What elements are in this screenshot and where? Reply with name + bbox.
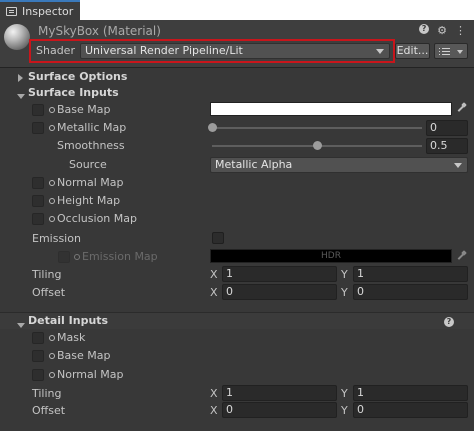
tab-inspector-label: Inspector	[22, 4, 74, 18]
object-picker-icon[interactable]	[49, 107, 55, 113]
object-picker-icon[interactable]	[49, 372, 55, 378]
list-icon	[439, 48, 450, 49]
tiling-y-label: Y	[341, 268, 348, 281]
chevron-down-icon	[376, 49, 384, 54]
chevron-right-icon	[18, 74, 23, 82]
smoothness-label: Smoothness	[57, 139, 125, 152]
source-label: Source	[69, 158, 107, 171]
eyedropper-icon[interactable]	[456, 251, 466, 261]
detail-normal-map-label: Normal Map	[57, 368, 124, 381]
smoothness-slider-handle[interactable]	[313, 141, 322, 150]
detail-tiling-y-label: Y	[341, 387, 348, 400]
detail-tiling-label: Tiling	[32, 387, 62, 400]
object-picker-icon[interactable]	[49, 180, 55, 186]
detail-inputs-header[interactable]: Detail Inputs	[28, 314, 108, 327]
emission-map-texture-slot[interactable]	[58, 251, 70, 263]
surface-inputs-header[interactable]: Surface Inputs	[28, 86, 119, 99]
object-picker-icon[interactable]	[49, 216, 55, 222]
offset-x-field[interactable]: 0	[222, 284, 337, 300]
surface-options-header[interactable]: Surface Options	[28, 70, 127, 83]
material-title: MySkyBox (Material)	[38, 24, 161, 38]
metallic-value-field[interactable]: 0	[426, 120, 468, 136]
object-picker-icon[interactable]	[74, 254, 80, 260]
normal-map-texture-slot[interactable]	[32, 177, 44, 189]
height-map-texture-slot[interactable]	[32, 195, 44, 207]
metallic-slider-handle[interactable]	[208, 123, 217, 132]
detail-tiling-y-field[interactable]: 1	[353, 385, 468, 401]
material-preview-icon	[4, 24, 30, 50]
chevron-down-icon	[17, 94, 25, 99]
base-map-label: Base Map	[57, 103, 111, 116]
emission-map-label: Emission Map	[82, 250, 158, 263]
shader-dropdown[interactable]: Universal Render Pipeline/Lit	[80, 43, 390, 59]
smoothness-value-field[interactable]: 0.5	[426, 138, 468, 154]
surface-inputs-toggle[interactable]	[17, 89, 25, 102]
emission-hdr-color-field[interactable]: HDR	[210, 249, 452, 263]
question-circle-icon[interactable]: ?	[444, 317, 454, 327]
height-map-label: Height Map	[57, 194, 121, 207]
detail-offset-x-label: X	[210, 404, 218, 417]
chevron-down-icon	[17, 323, 25, 328]
mask-texture-slot[interactable]	[32, 332, 44, 344]
header-icons: ? ⚙ ⋮	[419, 24, 466, 37]
detail-inputs-toggle[interactable]	[17, 318, 25, 331]
tiling-label: Tiling	[32, 268, 62, 281]
tiling-y-field[interactable]: 1	[353, 266, 468, 282]
detail-offset-y-field[interactable]: 0	[353, 402, 468, 418]
object-picker-icon[interactable]	[49, 335, 55, 341]
metallic-map-label: Metallic Map	[57, 121, 127, 134]
detail-offset-label: Offset	[32, 404, 66, 417]
eyedropper-icon[interactable]	[456, 103, 466, 113]
offset-label: Offset	[32, 286, 66, 299]
offset-y-label: Y	[341, 286, 348, 299]
occlusion-map-label: Occlusion Map	[57, 212, 137, 225]
detail-base-map-texture-slot[interactable]	[32, 350, 44, 362]
base-map-texture-slot[interactable]	[32, 104, 44, 116]
base-map-color-field[interactable]	[210, 102, 452, 116]
tab-inspector[interactable]: Inspector	[0, 0, 80, 20]
tiling-x-label: X	[210, 268, 218, 281]
hdr-label: HDR	[321, 251, 341, 261]
chevron-down-icon	[457, 50, 463, 54]
shader-options-button[interactable]	[434, 43, 468, 59]
chevron-down-icon	[454, 163, 462, 168]
offset-y-field[interactable]: 0	[353, 284, 468, 300]
source-dropdown-value: Metallic Alpha	[215, 158, 293, 171]
source-dropdown[interactable]: Metallic Alpha	[210, 157, 468, 173]
edit-shader-button[interactable]: Edit...	[395, 43, 430, 59]
inspector-icon	[6, 6, 17, 16]
shader-label: Shader	[36, 44, 75, 57]
normal-map-label: Normal Map	[57, 176, 124, 189]
emission-label: Emission	[32, 232, 81, 245]
tiling-x-field[interactable]: 1	[222, 266, 337, 282]
occlusion-map-texture-slot[interactable]	[32, 213, 44, 225]
object-picker-icon[interactable]	[49, 198, 55, 204]
metallic-slider-track[interactable]	[212, 127, 422, 129]
detail-offset-y-label: Y	[341, 404, 348, 417]
offset-x-label: X	[210, 286, 218, 299]
object-picker-icon[interactable]	[49, 125, 55, 131]
detail-base-map-label: Base Map	[57, 349, 111, 362]
detail-tiling-x-field[interactable]: 1	[222, 385, 337, 401]
vertical-ellipsis-icon[interactable]: ⋮	[455, 24, 466, 37]
object-picker-icon[interactable]	[49, 353, 55, 359]
gear-icon[interactable]: ⚙	[437, 24, 447, 37]
question-circle-icon[interactable]: ?	[419, 24, 430, 34]
mask-label: Mask	[57, 331, 86, 344]
detail-normal-map-texture-slot[interactable]	[32, 369, 44, 381]
detail-offset-x-field[interactable]: 0	[222, 402, 337, 418]
detail-tiling-x-label: X	[210, 387, 218, 400]
shader-dropdown-value: Universal Render Pipeline/Lit	[85, 44, 243, 57]
emission-checkbox[interactable]	[212, 232, 224, 244]
surface-options-toggle[interactable]	[18, 72, 23, 85]
metallic-map-texture-slot[interactable]	[32, 122, 44, 134]
